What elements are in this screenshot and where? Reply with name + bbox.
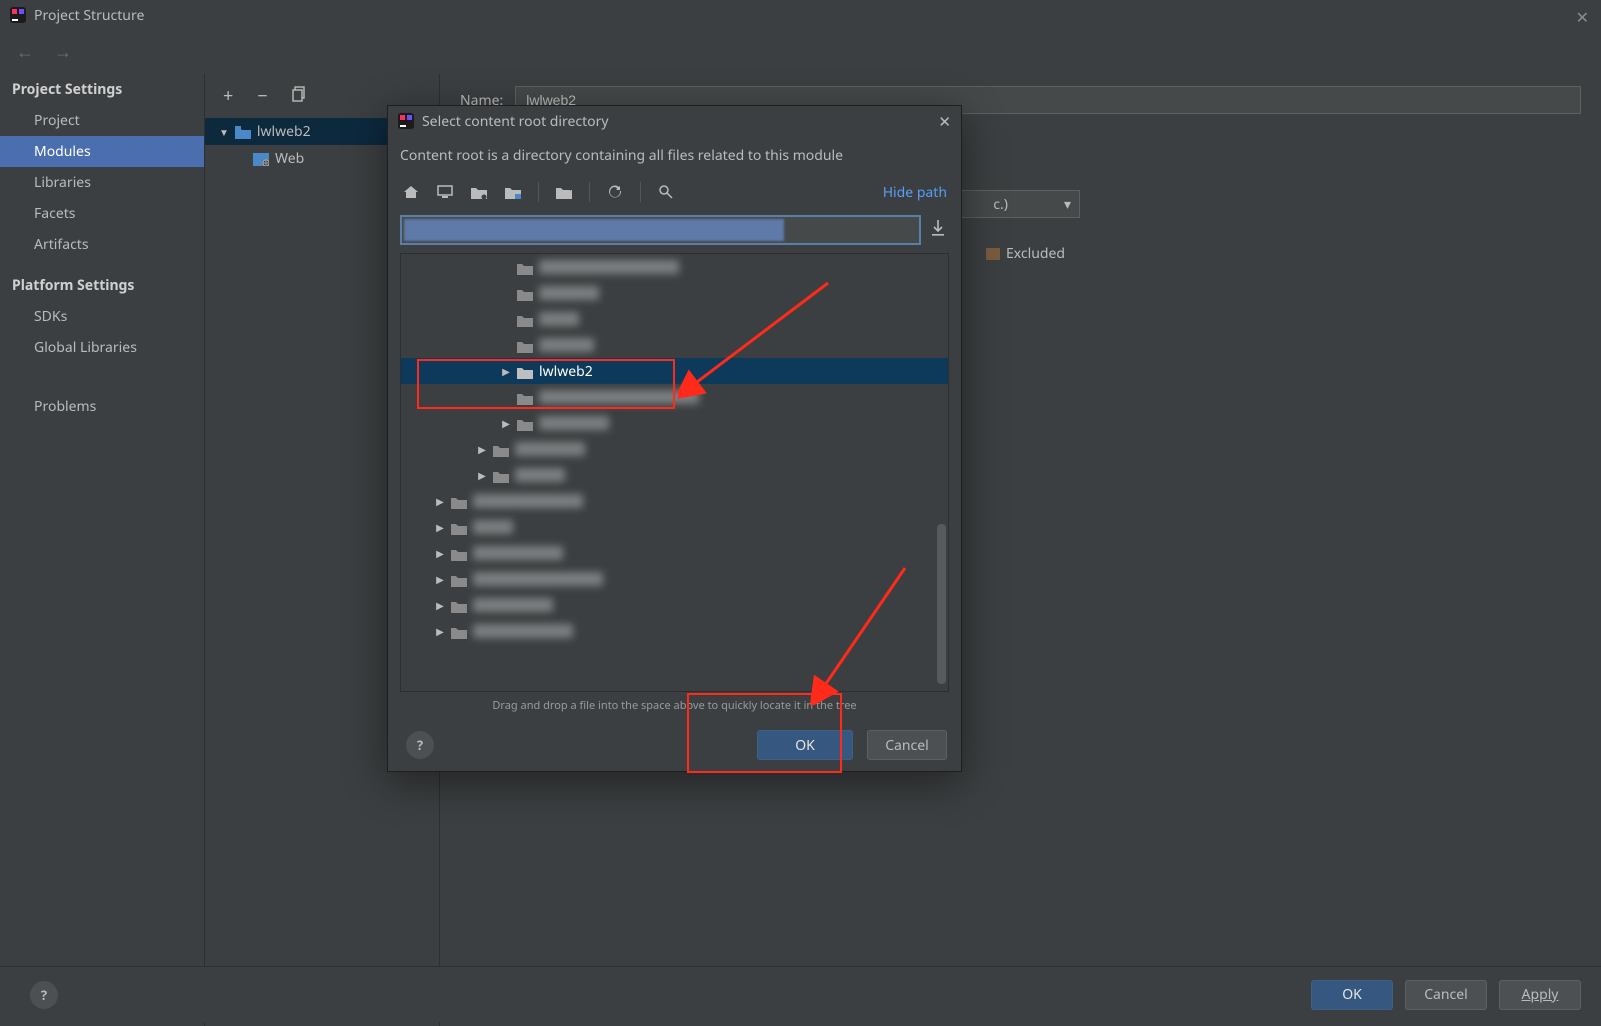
select-content-root-dialog: Select content root directory ✕ Content … [387, 105, 962, 772]
dialog-ok-button[interactable]: OK [757, 730, 853, 760]
sidebar-item-artifacts[interactable]: Artifacts [0, 229, 204, 260]
sidebar-item-facets[interactable]: Facets [0, 198, 204, 229]
dialog-close-icon[interactable]: ✕ [938, 112, 951, 132]
dialog-cancel-button[interactable]: Cancel [867, 730, 947, 760]
toolbar-separator [589, 182, 590, 202]
scrollbar[interactable] [937, 524, 946, 684]
history-dropdown-icon[interactable] [927, 219, 949, 241]
remove-icon[interactable]: − [257, 84, 267, 108]
project-folder-icon[interactable] [470, 183, 488, 201]
expand-icon[interactable]: ▶ [501, 364, 511, 378]
excluded-label: Excluded [1006, 244, 1065, 263]
toolbar-separator [640, 182, 641, 202]
forward-icon[interactable]: → [54, 40, 72, 64]
drag-drop-hint: Drag and drop a file into the space abov… [400, 692, 949, 719]
dialog-description: Content root is a directory containing a… [400, 142, 949, 177]
path-input[interactable] [400, 215, 921, 245]
window-titlebar: Project Structure ✕ [0, 0, 1601, 30]
sidebar-item-libraries[interactable]: Libraries [0, 167, 204, 198]
copy-icon[interactable] [292, 84, 308, 108]
help-icon[interactable]: ? [30, 981, 58, 1009]
desktop-icon[interactable] [436, 183, 454, 201]
close-icon[interactable]: ✕ [1576, 6, 1589, 28]
sidebar-item-global-libraries[interactable]: Global Libraries [0, 332, 204, 363]
folder-icon [517, 365, 533, 378]
file-tree[interactable]: ▶ lwlweb2 ▶ ▶ ▶ ▶ ▶ ▶ ▶ ▶ ▶ [400, 253, 949, 692]
module-folder-icon [235, 125, 251, 138]
ij-logo-icon [10, 7, 26, 23]
new-folder-icon[interactable]: + [555, 183, 573, 201]
sidebar-item-project[interactable]: Project [0, 105, 204, 136]
tree-module-label: lwlweb2 [257, 122, 311, 141]
expand-icon[interactable]: ▼ [219, 125, 229, 139]
settings-sidebar: Project Settings Project Modules Librari… [0, 74, 205, 1026]
sidebar-header-project: Project Settings [0, 74, 204, 105]
sidebar-header-platform: Platform Settings [0, 270, 204, 301]
mark-excluded-row[interactable]: Excluded [986, 244, 1581, 263]
sidebar-item-problems[interactable]: Problems [0, 391, 204, 422]
dialog-title: Select content root directory [422, 112, 609, 131]
chevron-down-icon: ▾ [1064, 195, 1071, 214]
module-folder-icon[interactable] [504, 183, 522, 201]
apply-button[interactable]: Apply [1499, 980, 1581, 1010]
nav-arrows: ← → [0, 30, 1601, 74]
combo-value: c.) [993, 195, 1064, 214]
sidebar-item-modules[interactable]: Modules [0, 136, 204, 167]
dialog-help-icon[interactable]: ? [406, 731, 434, 759]
sidebar-item-sdks[interactable]: SDKs [0, 301, 204, 332]
ok-button[interactable]: OK [1311, 980, 1393, 1010]
hide-path-link[interactable]: Hide path [883, 183, 947, 202]
dialog-titlebar: Select content root directory ✕ [388, 106, 961, 136]
refresh-icon[interactable] [606, 183, 624, 201]
home-icon[interactable] [402, 183, 420, 201]
svg-text:+: + [568, 186, 572, 195]
path-blurred-value [404, 219, 784, 241]
add-icon[interactable]: + [223, 84, 233, 108]
excluded-folder-icon [986, 248, 1000, 260]
file-chooser-toolbar: + Hide path [400, 177, 949, 207]
cancel-button[interactable]: Cancel [1405, 980, 1487, 1010]
ij-logo-icon [398, 113, 414, 129]
toolbar-separator [538, 182, 539, 202]
main-footer: ? OK Cancel Apply [0, 966, 1601, 1022]
back-icon[interactable]: ← [16, 40, 34, 64]
tree-row-label: lwlweb2 [539, 362, 593, 381]
web-facet-icon [253, 152, 269, 165]
show-hidden-icon[interactable] [657, 183, 675, 201]
window-title: Project Structure [34, 6, 144, 25]
path-input-row [400, 215, 949, 245]
tree-facet-label: Web [275, 149, 304, 168]
dialog-footer: ? OK Cancel [388, 719, 961, 771]
tree-row-selected[interactable]: ▶ lwlweb2 [401, 358, 948, 384]
